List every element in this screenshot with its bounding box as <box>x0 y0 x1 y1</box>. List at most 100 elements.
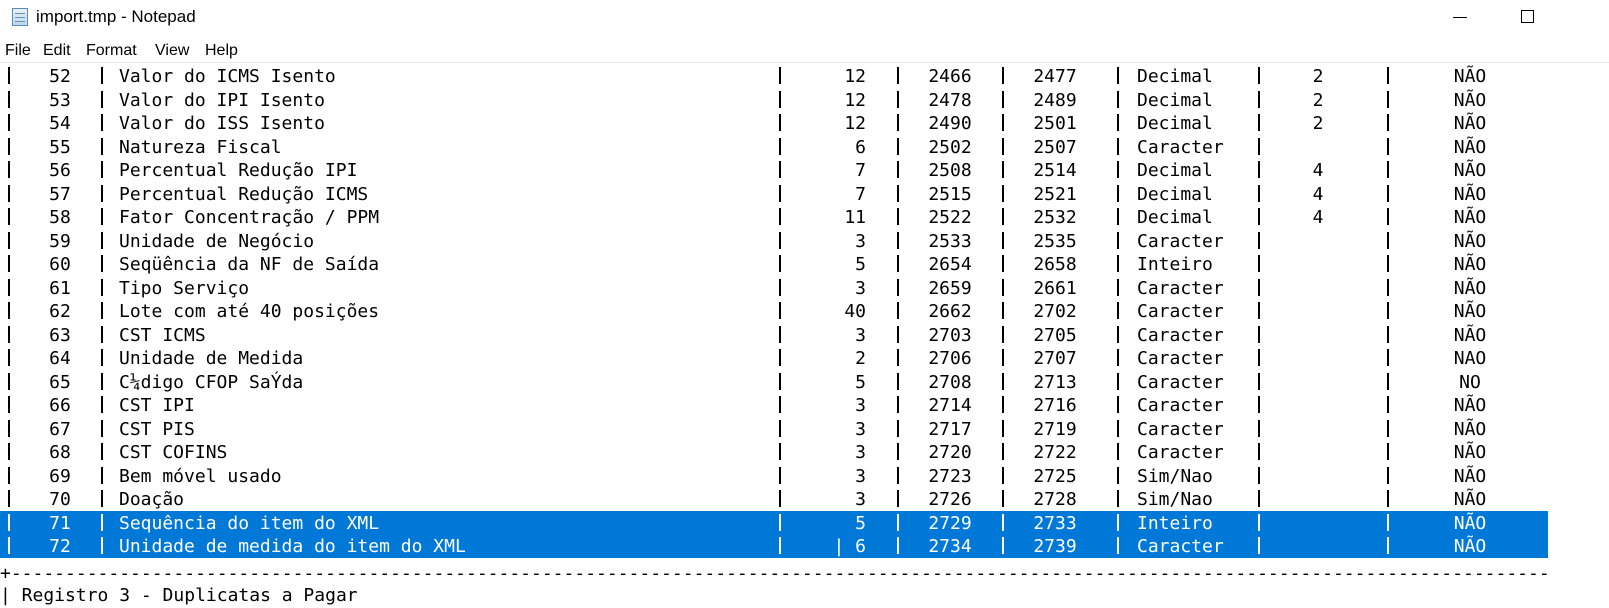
menu-edit[interactable]: Edit <box>43 42 71 60</box>
cell-len: 12 <box>844 66 866 87</box>
cell-len: 12 <box>844 89 866 111</box>
column-divider <box>1387 513 1389 531</box>
column-divider <box>897 372 899 390</box>
column-divider <box>1387 419 1389 437</box>
column-divider <box>1002 137 1004 155</box>
text-line[interactable]: 68 CST COFINS 3 2720 2722 Caracter NÃO <box>0 440 1609 464</box>
text-line[interactable]: 65 C¼digo CFOP SaÝda 5 2708 2713 Caracter NO <box>0 370 1609 394</box>
cell-tipo: Caracter <box>1137 418 1224 440</box>
cell-obr: NÃO <box>1453 277 1487 299</box>
text-line[interactable]: 56 Percentual Redução IPI 7 2508 2514 Decimal… <box>0 158 1609 182</box>
column-divider <box>101 184 103 202</box>
column-divider <box>1002 490 1004 507</box>
text-line[interactable]: 66 CST IPI 3 2714 2716 Caracter NÃO <box>0 393 1609 417</box>
cell-len: 3 <box>855 418 866 440</box>
column-divider <box>1117 67 1119 84</box>
cell-ini: 2522 <box>928 207 972 228</box>
text-line[interactable]: 53 Valor do IPI Isento 12 2478 2489 Decimal 2 N… <box>0 88 1609 112</box>
cell-desc: Unidade de Negócio <box>119 230 315 252</box>
column-divider <box>1387 231 1389 249</box>
cell-ini: 2478 <box>928 89 972 111</box>
column-divider <box>1258 349 1260 366</box>
cell-obr: NÃO <box>1453 489 1487 510</box>
cell-num: 52 <box>49 66 71 87</box>
cell-len: 2 <box>855 348 866 369</box>
column-divider <box>897 255 899 272</box>
text-line[interactable]: 62 Lote com até 40 posições 40 2662 2702 Cara… <box>0 299 1609 323</box>
text-line[interactable]: 52 Valor do ICMS Isento 12 2466 2477 Decimal 2… <box>0 64 1609 88</box>
column-divider <box>1002 90 1004 108</box>
cell-dec: 2 <box>1312 113 1324 134</box>
cell-obr: NÃO <box>1453 418 1487 440</box>
column-divider <box>101 490 103 507</box>
column-divider <box>1258 325 1260 343</box>
menu-format[interactable]: Format <box>86 42 137 60</box>
cell-obr: NÃO <box>1453 113 1487 134</box>
column-divider <box>8 302 10 319</box>
column-divider <box>897 349 899 366</box>
cell-obr: NO <box>1459 371 1481 393</box>
text-editor[interactable]: 52 Valor do ICMS Isento 12 2466 2477 Decimal 2… <box>0 63 1609 608</box>
cell-dec: 4 <box>1312 183 1324 205</box>
text-line[interactable]: 67 CST PIS 3 2717 2719 Caracter NÃO <box>0 417 1609 441</box>
text-line[interactable]: 71 Sequência do item do XML 5 2729 2733 Intei… <box>0 510 1548 534</box>
column-divider <box>1387 67 1389 84</box>
cell-len: 3 <box>855 395 866 416</box>
cell-len: 5 <box>855 512 866 534</box>
text-line[interactable]: 59 Unidade de Negócio 3 2533 2535 Caracter NÃO <box>0 229 1609 253</box>
column-divider <box>1258 184 1260 202</box>
column-divider <box>8 137 10 155</box>
text-line[interactable]: 58 Fator Concentração / PPM 11 2522 2532 Deci… <box>0 205 1609 229</box>
cell-num: 66 <box>49 395 71 416</box>
cell-len: 7 <box>855 183 866 205</box>
column-divider <box>8 278 10 296</box>
menu-help[interactable]: Help <box>205 42 238 60</box>
notepad-icon <box>12 8 28 26</box>
maximize-button[interactable] <box>1494 0 1562 37</box>
column-divider <box>779 161 781 178</box>
cell-desc: Unidade de medida do item do XML <box>119 536 466 557</box>
column-divider <box>101 396 103 413</box>
column-divider <box>101 137 103 155</box>
column-divider <box>779 349 781 366</box>
column-divider <box>1002 302 1004 319</box>
text-line[interactable]: 54 Valor do ISS Isento 12 2490 2501 Decimal 2 N… <box>0 111 1609 135</box>
cell-len: 12 <box>844 113 866 134</box>
column-divider <box>1002 278 1004 296</box>
text-line[interactable]: 60 Seqüência da NF de Saída 5 2654 2658 Intei… <box>0 252 1609 276</box>
text-line[interactable]: 70 Doação 3 2726 2728 Sim/Nao NÃO <box>0 487 1609 511</box>
column-divider <box>1387 208 1389 225</box>
cell-fim: 2733 <box>1033 512 1077 534</box>
cell-tipo: Caracter <box>1137 301 1224 322</box>
cell-num: 62 <box>49 301 71 322</box>
column-divider <box>1258 537 1260 554</box>
cell-desc: Valor do ICMS Isento <box>119 66 336 87</box>
column-divider <box>779 208 781 225</box>
cell-num: 68 <box>49 442 71 463</box>
menu-view[interactable]: View <box>155 42 189 60</box>
column-divider <box>8 67 10 84</box>
cell-dec: 2 <box>1312 89 1324 111</box>
text-line[interactable]: 63 CST ICMS 3 2703 2705 Caracter NÃO <box>0 323 1609 347</box>
column-divider <box>897 325 899 343</box>
text-line[interactable]: 69 Bem móvel usado 3 2723 2725 Sim/Nao NÃO <box>0 464 1609 488</box>
column-divider <box>779 231 781 249</box>
cell-num: 56 <box>49 160 71 181</box>
cell-dec: 4 <box>1312 207 1324 228</box>
cell-ini: 2720 <box>928 442 972 463</box>
text-line[interactable]: 57 Percentual Redução ICMS 7 2515 2521 Decima… <box>0 182 1609 206</box>
cell-fim: 2535 <box>1033 230 1077 252</box>
text-line[interactable]: 72 Unidade de medida do item do XML | 6 273… <box>0 534 1548 558</box>
menu-file[interactable]: File <box>5 42 31 60</box>
column-divider <box>101 302 103 319</box>
cell-obr: NÃO <box>1453 160 1487 181</box>
cell-obr: NÃO <box>1453 183 1487 205</box>
column-divider <box>8 255 10 272</box>
cell-ini: 2490 <box>928 113 972 134</box>
text-line[interactable]: 64 Unidade de Medida 2 2706 2707 Caracter NAO <box>0 346 1609 370</box>
column-divider <box>1387 114 1389 131</box>
text-line[interactable]: 61 Tipo Serviço 3 2659 2661 Caracter NÃO <box>0 276 1609 300</box>
cell-ini: 2654 <box>928 254 972 275</box>
minimize-button[interactable] <box>1426 0 1494 37</box>
text-line[interactable]: 55 Natureza Fiscal 6 2502 2507 Caracter NÃO <box>0 135 1609 159</box>
